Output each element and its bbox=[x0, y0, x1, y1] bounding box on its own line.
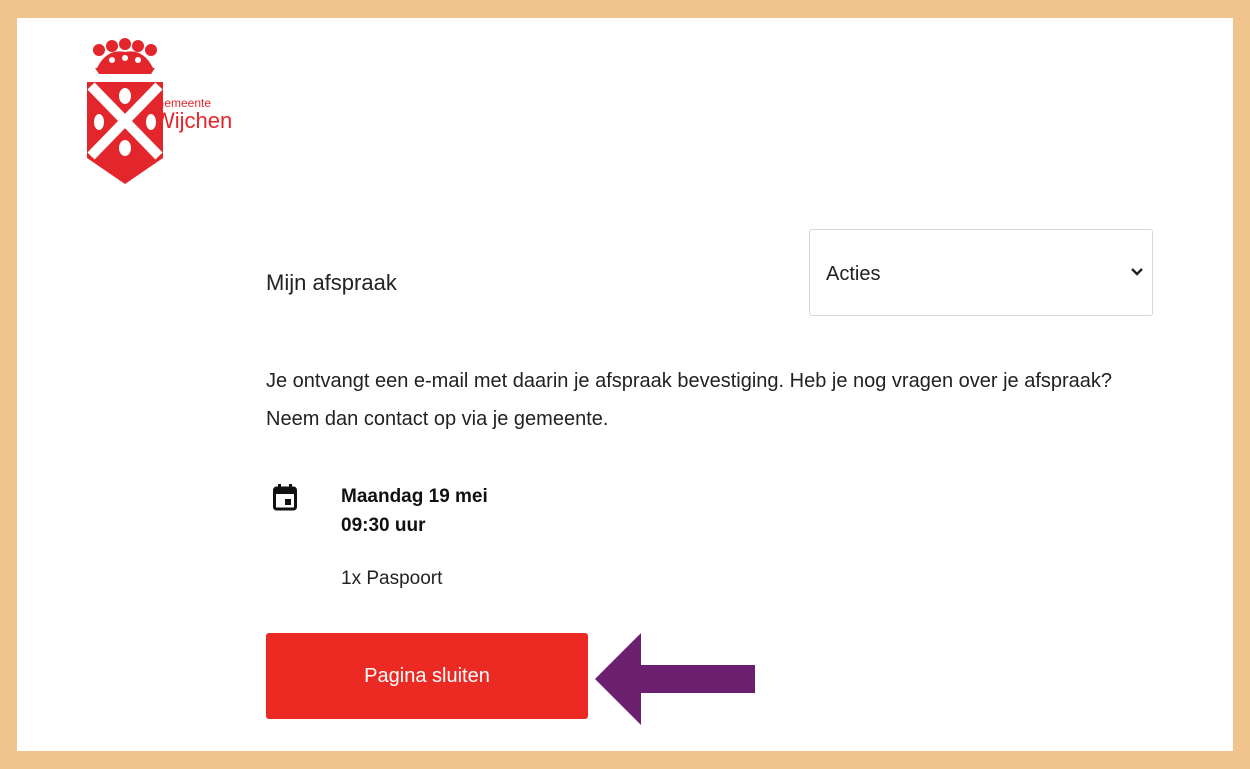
appointment-time: 09:30 uur bbox=[341, 515, 426, 536]
arrow-left-icon bbox=[595, 633, 755, 725]
actions-select[interactable]: Acties bbox=[809, 229, 1153, 316]
close-page-button[interactable]: Pagina sluiten bbox=[266, 633, 588, 719]
appointment-date: Maandag 19 mei bbox=[341, 486, 488, 507]
actions-select-value: Acties bbox=[826, 263, 881, 285]
confirmation-message: Je ontvangt een e-mail met daarin je afs… bbox=[266, 370, 1113, 430]
page-title: Mijn afspraak bbox=[266, 270, 397, 295]
page-card: Gemeente Wijchen Mijn afspraak Acties Je… bbox=[17, 18, 1233, 751]
logo-text-wijchen: Wijchen bbox=[154, 108, 233, 133]
calendar-icon bbox=[273, 484, 297, 511]
appointment-product: 1x Paspoort bbox=[341, 568, 443, 589]
chevron-down-icon bbox=[1131, 268, 1143, 276]
